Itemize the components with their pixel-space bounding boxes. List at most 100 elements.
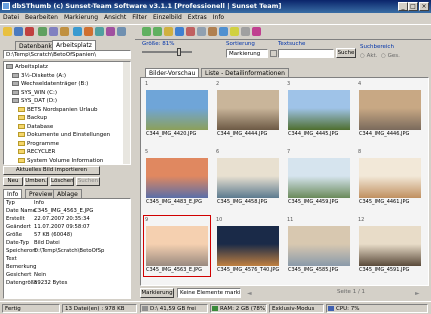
menu-markierung[interactable]: Markierung [61,13,101,22]
thumbnail-cell[interactable]: 9 C345_IMG_4563_E.JPG [143,215,211,277]
info-icon[interactable] [175,27,184,36]
thumbnail-cell[interactable]: 10 C345_IMG_4576_T40.JPG [215,216,281,276]
tree-node[interactable]: RECYCLER [18,148,55,156]
minimize-button[interactable]: _ [398,2,408,11]
tab-arbeitsplatz[interactable]: Arbeitsplatz [52,40,96,50]
sort-select[interactable]: Markierung [226,49,268,58]
folder-tree[interactable]: Arbeitsplatz 3½-Diskette (A:) Wechseldaten… [3,61,131,165]
tab-info[interactable]: Info [3,189,23,198]
thumbnail-cell[interactable]: 4 C344_IMG_4446.JPG [357,80,423,140]
tree-node-label: SYS_DAT (D:) [21,98,58,104]
thumbnail-image[interactable] [217,90,279,130]
thumbnail-image[interactable] [288,158,350,198]
thumbnail-image[interactable] [146,90,208,130]
tab-ablage[interactable]: Ablage [53,189,82,198]
zoom-icon[interactable] [197,27,206,36]
import-button[interactable]: Aktuelles Bild importieren [3,166,100,175]
tools-icon[interactable] [241,27,250,36]
thumbnail-number: 3 [287,81,291,87]
delete-button[interactable]: Löschen [50,177,74,186]
tab-liste[interactable]: Liste - Detailinformationen [201,68,289,77]
filter-icon[interactable] [95,27,104,36]
textsearch-input[interactable] [278,49,334,58]
markierung-button[interactable]: Markierung [140,288,174,298]
menu-bearbeiten[interactable]: Bearbeiten [22,13,61,22]
search-option-all[interactable]: ○ Ges. [381,53,400,59]
info-row: Erstellt 22.07.2007 20:35:34 [4,216,130,223]
menu-einzelbild[interactable]: Einzelbild [150,13,185,22]
thumbnail-cell[interactable]: 1 C344_IMG_4420.JPG [144,80,210,140]
menu-datei[interactable]: Datei [0,13,22,22]
help-icon[interactable] [252,27,261,36]
thumbnail-image[interactable] [288,226,350,266]
move-icon[interactable] [60,27,69,36]
thumbnail-cell[interactable]: 11 C345_IMG_4585.JPG [286,216,352,276]
close-button[interactable]: × [419,2,429,11]
tab-bilder-vorschau[interactable]: Bilder-Vorschau [145,68,200,77]
thumbnail-cell[interactable]: 2 C344_IMG_4444.JPG [215,80,281,140]
save-icon[interactable] [14,27,23,36]
menu-extras[interactable]: Extras [185,13,210,22]
tree-node[interactable]: BETS Nordspanien Urlaub [18,106,98,114]
rename-button[interactable]: Umben. [24,177,48,186]
tree-scrollbar[interactable] [123,62,130,164]
settings-icon[interactable] [117,27,126,36]
star-icon[interactable] [230,27,239,36]
tree-node[interactable]: Dokumente und Einstellungen [18,131,110,139]
rotate-right-icon[interactable] [153,27,162,36]
thumbnail-image[interactable] [359,226,421,266]
sort-direction-icon[interactable] [270,50,277,57]
maximize-button[interactable]: □ [408,2,418,11]
open-folder-icon[interactable] [3,27,12,36]
menu-info[interactable]: Info [210,13,227,22]
thumbnail-cell[interactable]: 12 C345_IMG_4591.JPG [357,216,423,276]
thumbnail-cell[interactable]: 5 C345_IMG_4483_E.JPG [144,148,210,208]
thumbnail-image[interactable] [146,158,208,198]
tree-node[interactable]: Backup [18,114,47,122]
thumbnail-image[interactable] [359,90,421,130]
new-button[interactable]: Neu [3,177,23,186]
refresh-icon[interactable] [38,27,47,36]
path-field[interactable]: D:\Temp\Scratch\BetoOfSpanien\ [3,50,131,59]
search-button[interactable]: Suche [336,48,356,58]
search-option-all-label: Ges. [387,53,400,59]
menu-filter[interactable]: Filter [129,13,150,22]
rotate-left-icon[interactable] [142,27,151,36]
info-row: Speicherort D:\Temp\Scratch\BetoOfSp [4,248,130,255]
tree-node[interactable]: 3½-Diskette (A:) [12,72,66,80]
mark-icon[interactable] [84,27,93,36]
thumbnail-cell[interactable]: 7 C345_IMG_4459.JPG [286,148,352,208]
edit-icon[interactable] [164,27,173,36]
thumbnail-cell[interactable]: 3 C344_IMG_4445.JPG [286,80,352,140]
tree-node[interactable]: Arbeitsplatz [6,63,48,71]
thumbnail-image[interactable] [146,226,208,266]
scroll-left-icon[interactable]: ◄ [247,290,252,297]
search-button-left[interactable]: Suchen [76,177,100,186]
tab-datenbank[interactable]: Datenbank [15,41,56,50]
web-icon[interactable] [219,27,228,36]
tree-node[interactable]: System Volume Information [18,157,103,165]
tab-preview[interactable]: Preview [25,189,57,198]
search-option-current[interactable]: ○ Akt. [360,53,377,59]
thumbnail-image[interactable] [288,90,350,130]
thumbnail-image[interactable] [217,158,279,198]
thumbnail-cell[interactable]: 6 C345_IMG_4458.JPG [215,148,281,208]
tree-node[interactable]: Programme [18,140,59,148]
tree-node[interactable]: Database [18,123,53,131]
export-icon[interactable] [208,27,217,36]
menu-ansicht[interactable]: Ansicht [101,13,129,22]
thumbnail-number: 7 [287,149,291,155]
scroll-right-icon[interactable]: ► [415,290,420,297]
tree-node[interactable]: SYS_DAT (D:) [12,97,57,105]
delete-icon[interactable] [25,27,34,36]
thumbnail-cell[interactable]: 8 C345_IMG_4461.JPG [357,148,423,208]
thumbnail-image[interactable] [217,226,279,266]
copy-icon[interactable] [49,27,58,36]
size-slider-thumb[interactable] [177,48,181,56]
print-icon[interactable] [73,27,82,36]
tree-node[interactable]: SYS_WIN (C:) [12,89,57,97]
slideshow-icon[interactable] [106,27,115,36]
tree-node[interactable]: Wechseldatenträger (B:) [12,80,88,88]
thumbnail-image[interactable] [359,158,421,198]
cut-icon[interactable] [186,27,195,36]
